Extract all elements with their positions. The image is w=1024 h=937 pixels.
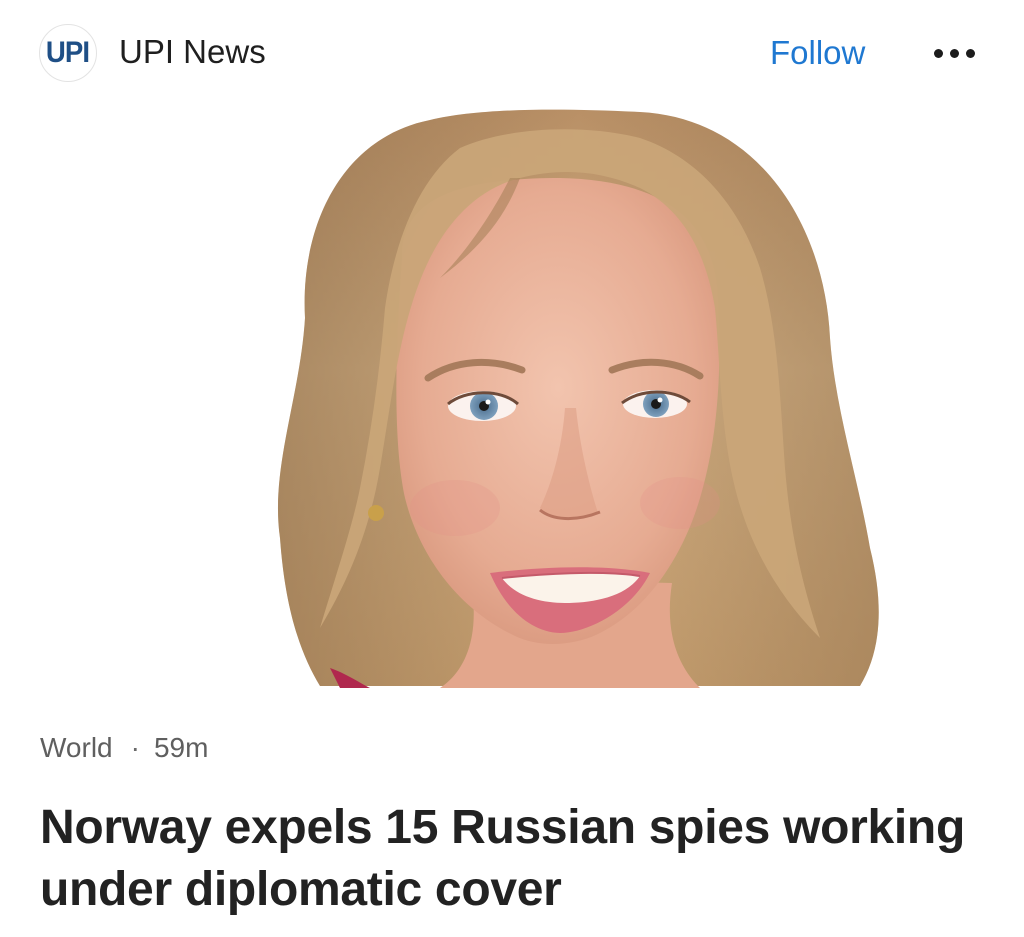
follow-button[interactable]: Follow [760,24,875,82]
portrait-photo [277,109,879,688]
news-card[interactable]: UPI UPI News Follow World · 59m Norway e… [0,0,1024,937]
card-header: UPI UPI News Follow [0,0,1024,108]
more-options-icon[interactable] [922,30,986,76]
article-hero-image[interactable] [0,108,1024,688]
publisher-logo[interactable]: UPI [39,24,97,82]
publisher-name[interactable]: UPI News [119,30,266,74]
more-dot [965,48,975,58]
article-meta: World · 59m [40,728,208,768]
more-dot [933,48,943,58]
article-category[interactable]: World [40,732,113,764]
publisher-logo-text: UPI [46,36,90,69]
meta-separator: · [130,732,140,763]
article-headline[interactable]: Norway expels 15 Russian spies working u… [40,797,990,921]
article-timestamp: 59m [153,732,209,763]
more-dot [949,48,959,58]
